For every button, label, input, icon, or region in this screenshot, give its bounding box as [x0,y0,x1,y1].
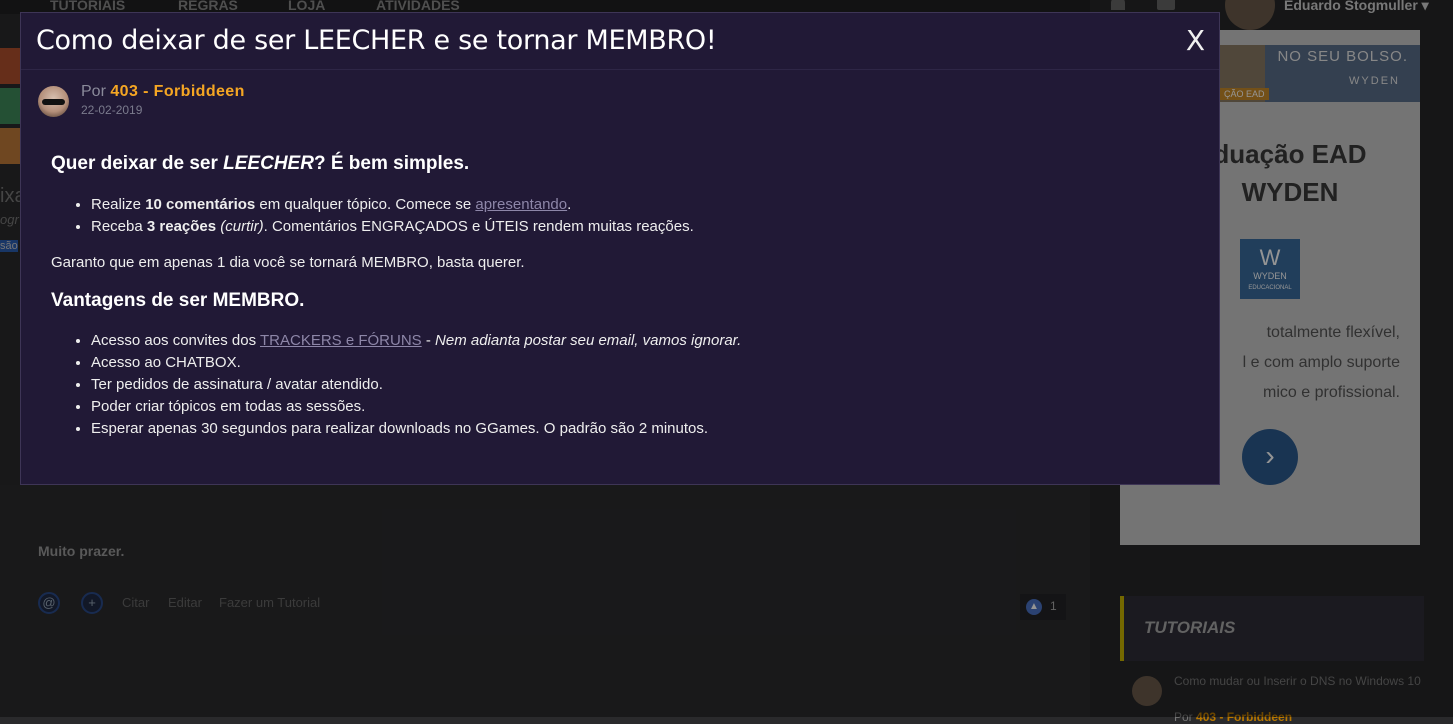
requirements-list: Realize 10 comentários em qualquer tópic… [51,194,694,238]
modal-divider [21,69,1219,70]
heading1-pre: Quer deixar de ser [51,153,224,174]
list-item: Acesso aos convites dos TRACKERS e FÓRUN… [91,330,741,352]
req2-pre: Receba [91,218,147,235]
modal-title: Como deixar de ser LEECHER e se tornar M… [36,25,717,56]
list-item: Receba 3 reações (curtir). Comentários E… [91,216,694,238]
avatar-glasses [42,99,65,105]
list-item: Esperar apenas 30 segundos para realizar… [91,418,741,440]
heading-advantages: Vantagens de ser MEMBRO. [51,290,305,311]
guarantee-text: Garanto que em apenas 1 dia você se torn… [51,254,525,271]
req2-bold: 3 reações [146,218,217,235]
announcement-modal: Como deixar de ser LEECHER e se tornar M… [20,12,1220,485]
heading1-post: ? É bem simples. [313,153,470,174]
heading1-em: LEECHER [223,153,314,174]
close-button[interactable]: X [1186,24,1205,57]
adv1-em: Nem adianta postar seu email, vamos igno… [435,332,742,349]
req1-pre: Realize [91,196,146,213]
list-item: Poder criar tópicos em todas as sessões. [91,396,741,418]
heading-leecher: Quer deixar de ser LEECHER? É bem simple… [51,153,469,175]
adv1-pre: Acesso aos convites dos [91,332,260,349]
req1-post: . [567,196,572,213]
req2-em: (curtir) [220,218,264,235]
req1-bold: 10 comentários [145,196,256,213]
advantages-list: Acesso aos convites dos TRACKERS e FÓRUN… [51,330,741,440]
list-item: Realize 10 comentários em qualquer tópic… [91,194,694,216]
req1-mid: em qualquer tópico. Comece se [255,196,476,213]
list-item: Acesso ao CHATBOX. [91,352,741,374]
trackers-link[interactable]: TRACKERS e FÓRUNS [260,332,422,349]
author-link[interactable]: 403 - Forbiddeen [110,83,244,100]
author-byline: Por 403 - Forbiddeen [81,83,245,101]
req2-post: . Comentários ENGRAÇADOS e ÚTEIS rendem … [263,218,694,235]
list-item: Ter pedidos de assinatura / avatar atend… [91,374,741,396]
by-prefix: Por [81,83,106,100]
author-avatar[interactable] [38,86,69,117]
apresentando-link[interactable]: apresentando [475,196,567,213]
adv1-sep: - [421,332,436,349]
post-date: 22-02-2019 [81,103,143,117]
